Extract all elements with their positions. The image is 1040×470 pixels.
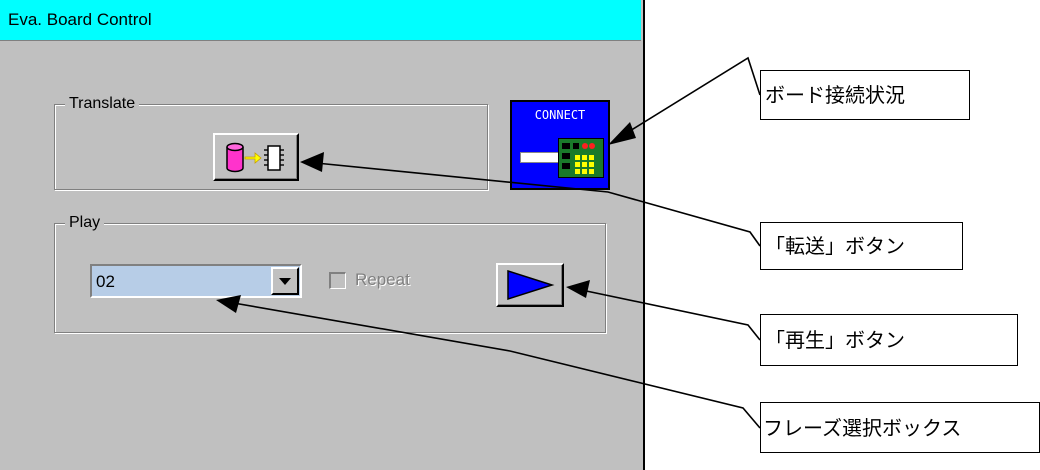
arrowhead-board-status: [608, 122, 636, 145]
arrow-play-button: [571, 287, 761, 341]
arrowhead-transfer-button: [300, 152, 324, 172]
arrow-transfer-button: [305, 161, 761, 247]
arrow-phrase-box: [221, 300, 761, 429]
arrowhead-play-button: [566, 280, 590, 298]
callout-arrows: [216, 56, 761, 429]
arrowhead-phrase-box: [216, 295, 241, 313]
arrow-board-status: [611, 56, 761, 143]
